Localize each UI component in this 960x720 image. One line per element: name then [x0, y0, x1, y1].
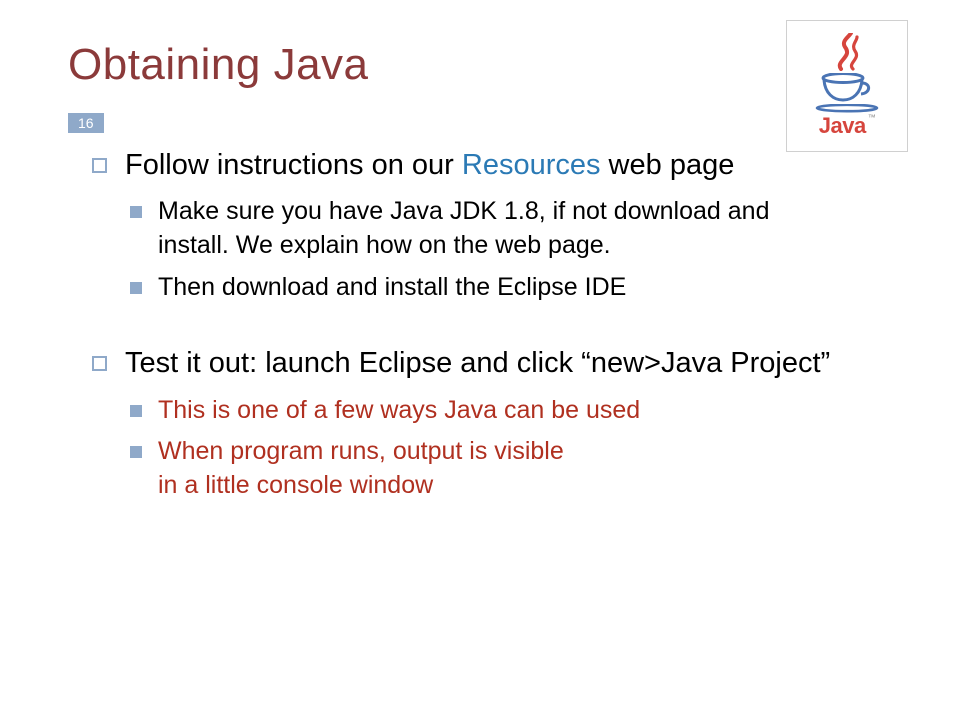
java-logo-label: Java [819, 113, 866, 138]
bullet-level2: Make sure you have Java JDK 1.8, if not … [130, 195, 892, 263]
square-bullet-icon [92, 158, 107, 173]
square-bullet-filled-icon [130, 405, 142, 417]
resources-link[interactable]: Resources [462, 149, 601, 181]
bullet-text: When program runs, output is visible in … [158, 435, 782, 503]
bullet-text: Follow instructions on our Resources web… [125, 146, 734, 185]
square-bullet-filled-icon [130, 206, 142, 218]
bullet-text: Make sure you have Java JDK 1.8, if not … [158, 195, 782, 263]
text-segment: Follow instructions on our [125, 149, 462, 181]
square-bullet-filled-icon [130, 282, 142, 294]
text-segment: web page [601, 149, 735, 181]
bullet-level1: Follow instructions on our Resources web… [92, 146, 892, 185]
square-bullet-filled-icon [130, 446, 142, 458]
bullet-level1: Test it out: launch Eclipse and click “n… [92, 344, 892, 383]
java-cup-icon [819, 73, 875, 103]
slide-number-badge: 16 [68, 113, 104, 133]
trademark-icon: ™ [868, 113, 876, 122]
bullet-text: This is one of a few ways Java can be us… [158, 394, 640, 428]
title-row: Obtaining Java [68, 40, 892, 90]
bullet-level2: Then download and install the Eclipse ID… [130, 271, 892, 305]
java-steam-icon [823, 33, 871, 71]
square-bullet-icon [92, 356, 107, 371]
bullet-level2: When program runs, output is visible in … [130, 435, 892, 503]
bullet-text: Then download and install the Eclipse ID… [158, 271, 626, 305]
java-logo-text: Java™ [819, 113, 875, 139]
spacer [92, 312, 892, 344]
java-logo: Java™ [786, 20, 908, 152]
slide: Obtaining Java 16 Java™ Follow ins [0, 0, 960, 720]
slide-content: Follow instructions on our Resources web… [68, 146, 892, 503]
slide-title: Obtaining Java [68, 40, 892, 90]
bullet-level2: This is one of a few ways Java can be us… [130, 394, 892, 428]
bullet-text: Test it out: launch Eclipse and click “n… [125, 344, 830, 383]
